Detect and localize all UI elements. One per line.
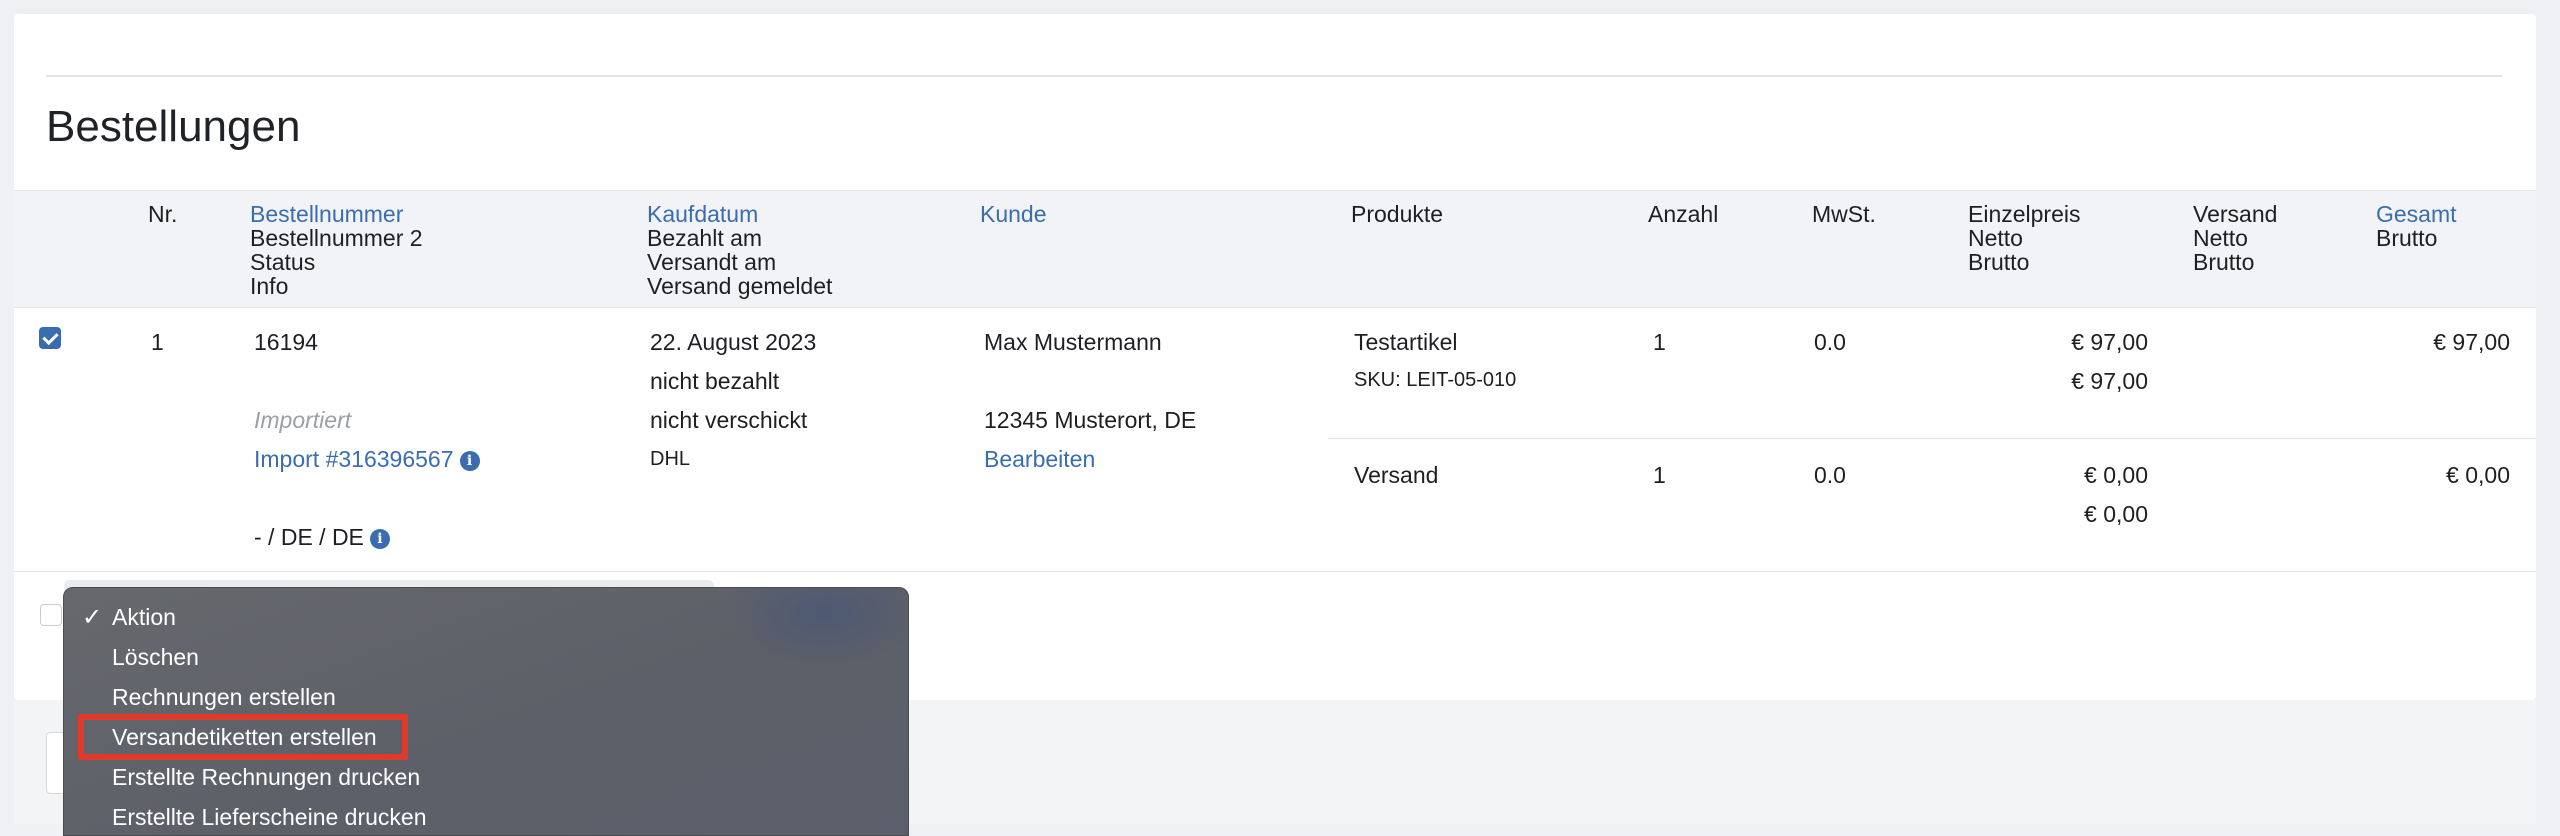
- product-qty: 1: [1653, 462, 1666, 488]
- option-lieferscheine-drucken[interactable]: Erstellte Lieferscheine drucken: [112, 802, 427, 832]
- product-vat: 0.0: [1814, 329, 1846, 355]
- order-number: 16194: [254, 329, 318, 355]
- header-anzahl: Anzahl: [1648, 201, 1719, 227]
- total-gross: € 0,00: [2446, 462, 2510, 488]
- header-versand: Versand Netto Brutto: [2193, 201, 2278, 275]
- page-title: Bestellungen: [46, 102, 301, 151]
- edit-customer-link[interactable]: Bearbeiten: [984, 446, 1095, 473]
- dropdown-glow: [724, 588, 908, 668]
- product-qty: 1: [1653, 329, 1666, 355]
- price-net: € 97,00: [2071, 329, 2148, 355]
- sort-kaufdatum-link[interactable]: Kaufdatum: [647, 202, 832, 226]
- header-gesamt: Gesamt Brutto: [2376, 201, 2457, 251]
- import-info: Import #316396567 i: [254, 446, 480, 473]
- row-checkbox[interactable]: [39, 327, 61, 349]
- header-kaufdatum: Kaufdatum Bezahlt am Versandt am Versand…: [647, 201, 833, 299]
- shipping-status: nicht verschickt: [650, 407, 808, 433]
- item-divider: [1328, 438, 2536, 439]
- option-loeschen[interactable]: Löschen: [112, 642, 199, 672]
- option-rechnungen-erstellen[interactable]: Rechnungen erstellen: [112, 682, 336, 712]
- select-all-checkbox[interactable]: [40, 604, 62, 626]
- product-sku: SKU: LEIT-05-010: [1354, 369, 1517, 391]
- row-nr: 1: [151, 329, 164, 355]
- product-name: Testartikel: [1354, 329, 1458, 355]
- option-aktion[interactable]: Aktion: [82, 602, 176, 632]
- product-name: Versand: [1354, 462, 1439, 488]
- info-icon[interactable]: i: [459, 450, 480, 471]
- customer-name: Max Mustermann: [984, 329, 1162, 355]
- sort-bestellnummer-link[interactable]: Bestellnummer: [250, 202, 423, 226]
- price-gross: € 97,00: [2071, 368, 2148, 394]
- product-vat: 0.0: [1814, 462, 1846, 488]
- sort-kunde-link[interactable]: Kunde: [980, 202, 1047, 226]
- info-icon[interactable]: i: [369, 528, 390, 549]
- purchase-date: 22. August 2023: [650, 329, 817, 355]
- payment-status: nicht bezahlt: [650, 368, 780, 394]
- highlight-box: [78, 714, 408, 760]
- bulk-action-dropdown[interactable]: Aktion Löschen Rechnungen erstellen Vers…: [63, 587, 909, 836]
- row-divider: [14, 571, 2536, 572]
- total-gross: € 97,00: [2433, 329, 2510, 355]
- option-rechnungen-drucken[interactable]: Erstellte Rechnungen drucken: [112, 762, 420, 792]
- price-gross: € 0,00: [2084, 501, 2148, 527]
- header-nr: Nr.: [148, 201, 178, 227]
- carrier: DHL: [650, 448, 691, 470]
- header-produkte: Produkte: [1351, 201, 1444, 227]
- header-mwst: MwSt.: [1812, 201, 1876, 227]
- price-net: € 0,00: [2084, 462, 2148, 488]
- sort-gesamt-link[interactable]: Gesamt: [2376, 202, 2457, 226]
- header-kunde: Kunde: [980, 202, 1047, 226]
- country-info: - / DE / DE i: [254, 524, 390, 551]
- customer-address: 12345 Musterort, DE: [984, 407, 1197, 433]
- header-bestellnummer: Bestellnummer Bestellnummer 2 Status Inf…: [250, 201, 423, 299]
- order-status: Importiert: [254, 407, 352, 433]
- header-einzelpreis: Einzelpreis Netto Brutto: [1968, 201, 2081, 275]
- import-link[interactable]: Import #316396567: [254, 446, 454, 472]
- divider: [46, 75, 2502, 77]
